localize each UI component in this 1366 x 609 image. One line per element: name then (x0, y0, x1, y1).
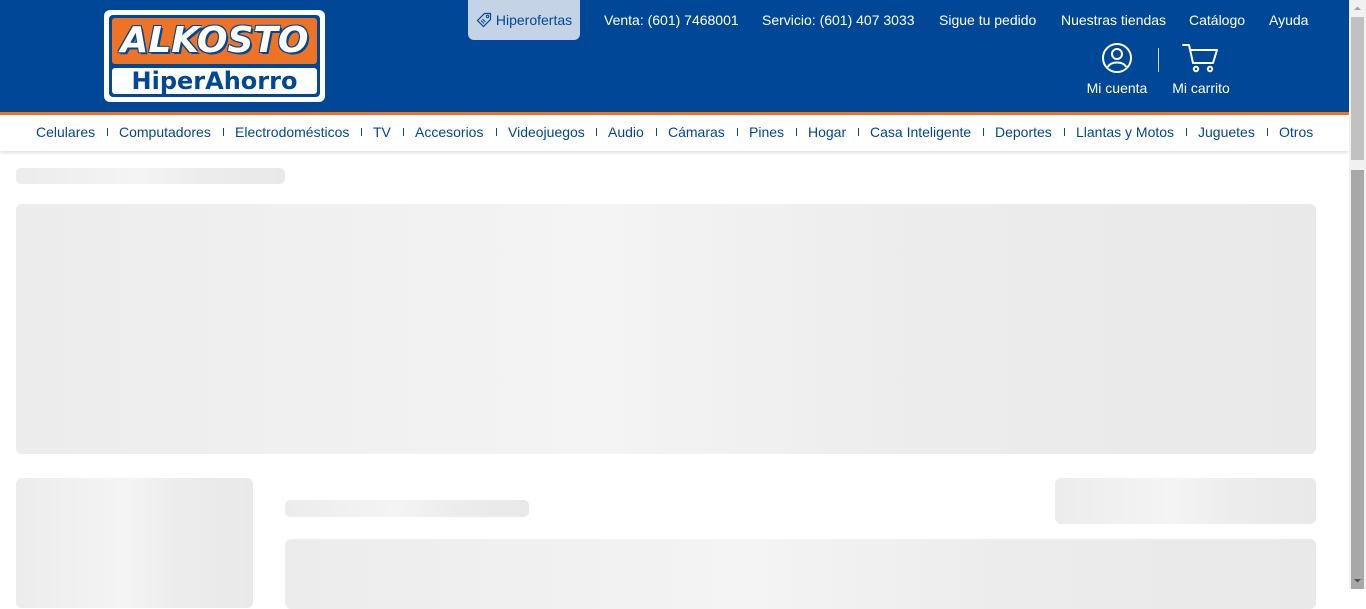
page-scrollbar[interactable] (1349, 0, 1366, 589)
site-header: ALKOSTO HiperAhorro Hiperofertas Venta: … (0, 0, 1349, 112)
shopping-cart-icon (1182, 44, 1218, 73)
category-videojuegos[interactable]: Videojuegos (508, 124, 585, 140)
cart-button[interactable]: Mi carrito (1166, 42, 1236, 98)
category-separator (403, 128, 404, 136)
logo-frame: ALKOSTO HiperAhorro (109, 15, 320, 97)
category-separator (656, 128, 657, 136)
category-separator (858, 128, 859, 136)
user-circle-icon (1102, 43, 1132, 73)
category-celulares[interactable]: Celulares (36, 124, 95, 140)
scrollbar-thumb[interactable] (1351, 170, 1364, 589)
cart-label: Mi carrito (1172, 80, 1230, 96)
alkosto-logo[interactable]: ALKOSTO HiperAhorro (104, 10, 325, 102)
category-accesorios[interactable]: Accesorios (415, 124, 483, 140)
category-separator (796, 128, 797, 136)
category-audio[interactable]: Audio (608, 124, 644, 140)
category-separator (1064, 128, 1065, 136)
category-separator (1267, 128, 1268, 136)
category-otros[interactable]: Otros (1279, 124, 1313, 140)
track-order-link[interactable]: Sigue tu pedido (939, 12, 1036, 28)
category-llantas-motos[interactable]: Llantas y Motos (1076, 124, 1174, 140)
account-label: Mi cuenta (1086, 80, 1148, 96)
logo-top-band: ALKOSTO (112, 18, 317, 64)
category-hogar[interactable]: Hogar (808, 124, 846, 140)
category-separator (1186, 128, 1187, 136)
tag-icon (476, 12, 491, 28)
category-tv[interactable]: TV (373, 124, 391, 140)
logo-bottom-band: HiperAhorro (112, 67, 317, 95)
category-separator (361, 128, 362, 136)
results-skeleton (285, 539, 1316, 609)
category-separator (983, 128, 984, 136)
account-button[interactable]: Mi cuenta (1080, 42, 1154, 98)
category-nav: Celulares Computadores Electrodomésticos… (0, 115, 1349, 151)
stores-link[interactable]: Nuestras tiendas (1061, 12, 1166, 28)
logo-wordmark: ALKOSTO (120, 20, 309, 61)
category-computadores[interactable]: Computadores (119, 124, 211, 140)
title-skeleton (285, 500, 529, 517)
breadcrumb-skeleton (16, 168, 285, 184)
category-separator (737, 128, 738, 136)
scroll-up-arrow-icon[interactable] (1349, 0, 1366, 17)
sort-control-skeleton (1055, 478, 1316, 524)
hiperofertas-label: Hiperofertas (495, 12, 573, 28)
header-divider (1158, 48, 1159, 72)
catalog-link[interactable]: Catálogo (1189, 12, 1245, 28)
category-deportes[interactable]: Deportes (995, 124, 1052, 140)
category-separator (496, 128, 497, 136)
hiperofertas-button[interactable]: Hiperofertas (468, 0, 580, 40)
category-casa-inteligente[interactable]: Casa Inteligente (870, 124, 971, 140)
category-separator (596, 128, 597, 136)
category-separator (107, 128, 108, 136)
category-separator (223, 128, 224, 136)
category-camaras[interactable]: Cámaras (668, 124, 725, 140)
category-electrodomesticos[interactable]: Electrodomésticos (235, 124, 349, 140)
category-pines[interactable]: Pines (749, 124, 784, 140)
servicio-phone-link[interactable]: Servicio: (601) 407 3033 (762, 12, 915, 28)
scrollbar-track-upper (1351, 17, 1364, 160)
help-link[interactable]: Ayuda (1269, 12, 1308, 28)
category-juguetes[interactable]: Juguetes (1198, 124, 1255, 140)
logo-tagline: HiperAhorro (131, 67, 298, 95)
scroll-down-arrow-icon[interactable] (1349, 572, 1366, 589)
banner-skeleton (16, 204, 1316, 454)
venta-phone-link[interactable]: Venta: (601) 7468001 (604, 12, 739, 28)
